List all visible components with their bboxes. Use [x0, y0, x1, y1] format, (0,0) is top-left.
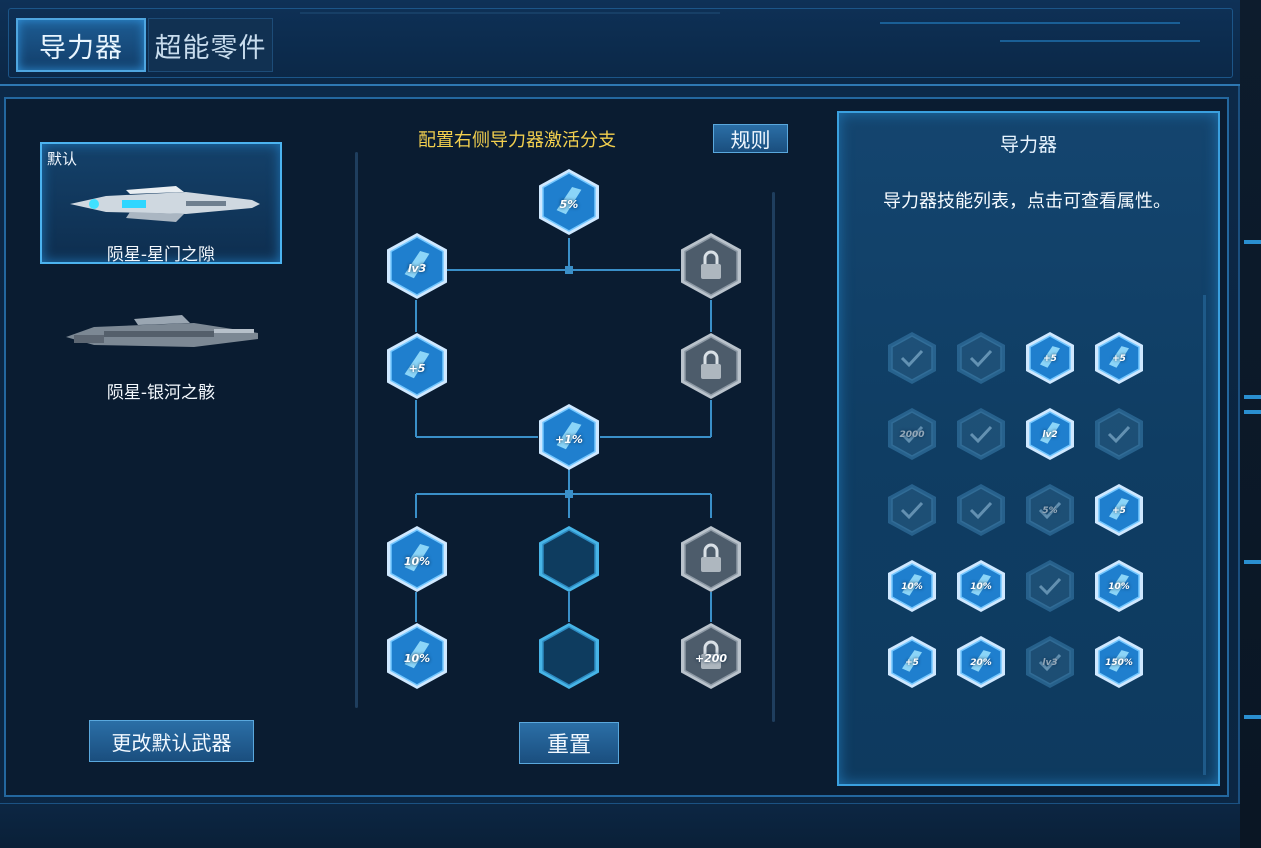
skill-icon[interactable] — [956, 483, 1006, 537]
skill-icon[interactable] — [956, 331, 1006, 385]
skill-icon-label: +5 — [1112, 354, 1126, 364]
lock-icon — [681, 526, 741, 592]
config-title: 配置右侧导力器激活分支 — [418, 130, 616, 151]
skill-icon[interactable]: +5 — [1025, 331, 1075, 385]
node-label: +1% — [555, 433, 583, 446]
tree-node-r1[interactable] — [680, 232, 742, 300]
skill-icon[interactable]: +5 — [1094, 483, 1144, 537]
skill-icon[interactable] — [887, 483, 937, 537]
check-icon — [1026, 560, 1074, 612]
tree-node-l3[interactable]: 10% — [386, 525, 448, 593]
weapon-name: 陨星-星门之隙 — [106, 245, 216, 265]
side-strip — [1240, 0, 1261, 848]
strip-bar — [1244, 560, 1261, 564]
node-label: lv3 — [407, 262, 427, 275]
panel-scrollbar[interactable] — [1203, 295, 1206, 775]
strip-bar — [1244, 395, 1261, 399]
header-bar: 导力器 超能零件 — [0, 0, 1240, 86]
weapon-card-selected[interactable]: 默认 陨星-星门之隙 — [40, 142, 282, 265]
skill-icon-label: 10% — [970, 582, 992, 592]
panel-description: 导力器技能列表，点击可查看属性。 — [883, 191, 1171, 212]
skill-icon[interactable] — [887, 331, 937, 385]
skill-icon[interactable]: lv2 — [1025, 407, 1075, 461]
reference-panel: 导力器 导力器技能列表，点击可查看属性。 +5 +5 2000 lv2 5% +5 10% 1… — [837, 111, 1220, 786]
skill-icon-label: +5 — [905, 658, 919, 668]
tree-node-r2[interactable] — [680, 332, 742, 400]
lock-icon — [681, 233, 741, 299]
skill-icon-label: +5 — [1043, 354, 1057, 364]
lock-icon — [681, 333, 741, 399]
tree-node-l4[interactable]: 10% — [386, 622, 448, 690]
skill-icon[interactable]: 20% — [956, 635, 1006, 689]
check-icon — [957, 332, 1005, 384]
ship-image — [66, 315, 258, 347]
tab-super-parts[interactable]: 超能零件 — [148, 18, 273, 72]
skill-icon[interactable] — [956, 407, 1006, 461]
node-label: 10% — [403, 652, 431, 665]
check-icon — [888, 484, 936, 536]
tree-node-l2[interactable]: +5 — [386, 332, 448, 400]
ship-image — [70, 186, 260, 222]
empty-slot — [539, 623, 599, 689]
empty-slot — [539, 526, 599, 592]
strip-bar — [1244, 715, 1261, 719]
weapon-card[interactable]: 陨星-银河之骸 — [40, 305, 282, 427]
skill-icon-label: lv3 — [1042, 658, 1058, 668]
node-label: 5% — [559, 198, 579, 211]
footer-bar — [0, 803, 1240, 848]
tree-node-c3[interactable] — [538, 525, 600, 593]
skill-icon[interactable]: 10% — [887, 559, 937, 613]
skill-icon-label: 5% — [1042, 506, 1058, 516]
panel-title: 导力器 — [999, 134, 1057, 156]
skill-icon[interactable] — [1094, 407, 1144, 461]
tree-node-mid[interactable]: +1% — [538, 403, 600, 471]
circuit-decoration — [1000, 40, 1200, 42]
guidance-tree: 5% lv3 +5 +1% 10% 10% +200 — [380, 160, 760, 710]
skill-icon[interactable]: lv3 — [1025, 635, 1075, 689]
tree-scrollbar[interactable] — [772, 192, 775, 722]
skill-icon[interactable]: +5 — [1094, 331, 1144, 385]
skill-icon-label: 150% — [1105, 658, 1133, 668]
tab-guidance[interactable]: 导力器 — [16, 18, 146, 72]
node-label: +5 — [408, 362, 426, 375]
node-label: +200 — [694, 652, 728, 665]
circuit-decoration — [880, 22, 1180, 24]
strip-bar — [1244, 410, 1261, 414]
weapon-name: 陨星-银河之骸 — [106, 383, 216, 403]
default-tag: 默认 — [47, 150, 78, 168]
divider — [355, 152, 358, 708]
tree-node-r3[interactable] — [680, 525, 742, 593]
check-icon — [888, 332, 936, 384]
skill-icon[interactable]: 10% — [1094, 559, 1144, 613]
skill-icon-label: +5 — [1112, 506, 1126, 516]
skill-icon[interactable]: 150% — [1094, 635, 1144, 689]
skill-icon-label: 10% — [1108, 582, 1130, 592]
tree-node-r4[interactable]: +200 — [680, 622, 742, 690]
change-default-weapon-button[interactable]: 更改默认武器 — [89, 720, 254, 762]
skill-icon[interactable] — [1025, 559, 1075, 613]
tree-node-c4[interactable] — [538, 622, 600, 690]
skill-icon-label: lv2 — [1042, 430, 1058, 440]
skill-icon[interactable]: 5% — [1025, 483, 1075, 537]
rules-button[interactable]: 规则 — [713, 124, 788, 153]
check-icon — [1095, 408, 1143, 460]
skill-icon[interactable]: 10% — [956, 559, 1006, 613]
skill-icon-label: 10% — [901, 582, 923, 592]
skill-icon-label: 2000 — [899, 430, 925, 440]
check-icon — [957, 408, 1005, 460]
skill-icon-label: 20% — [970, 658, 992, 668]
reset-button[interactable]: 重置 — [519, 722, 619, 764]
tree-node-top[interactable]: 5% — [538, 168, 600, 236]
strip-bar — [1244, 240, 1261, 244]
skill-icon[interactable]: +5 — [887, 635, 937, 689]
game-window: 导力器 超能零件 默认 陨星-星门之隙 陨星-银河之骸 更改默认武器 配置右侧导… — [0, 0, 1240, 848]
circuit-decoration — [300, 12, 720, 14]
check-icon — [957, 484, 1005, 536]
node-label: 10% — [403, 555, 431, 568]
skill-icon[interactable]: 2000 — [887, 407, 937, 461]
tree-node-l1[interactable]: lv3 — [386, 232, 448, 300]
